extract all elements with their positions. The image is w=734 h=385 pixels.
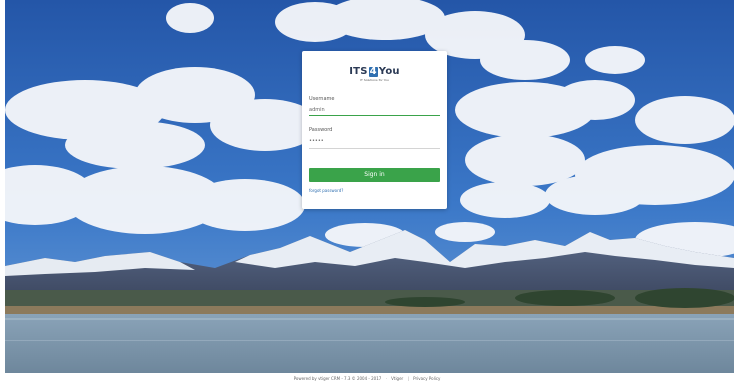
privacy-policy-link[interactable]: Privacy Policy: [413, 376, 440, 381]
footer: Powered by vtiger CRM - 7.3 © 2004 - 201…: [0, 373, 734, 385]
username-label: Username: [309, 96, 335, 102]
logo-mark: 4: [368, 66, 378, 77]
vtiger-link[interactable]: Vtiger: [391, 376, 403, 381]
forgot-password-link[interactable]: forgot password?: [309, 188, 343, 193]
password-field[interactable]: [309, 136, 440, 145]
username-underline: [309, 115, 440, 116]
login-page: ITS4You IT Solutions for You Username Pa…: [0, 0, 734, 385]
login-card: ITS4You IT Solutions for You Username Pa…: [302, 51, 447, 209]
logo-subtitle: IT Solutions for You: [360, 78, 389, 82]
sign-in-button[interactable]: Sign in: [309, 168, 440, 182]
password-underline: [309, 148, 440, 149]
footer-separator-1: ·: [385, 376, 387, 381]
password-label: Password: [309, 127, 333, 133]
powered-by-text: Powered by vtiger CRM - 7.3 © 2004 - 201…: [293, 376, 382, 381]
username-field[interactable]: [309, 105, 440, 114]
logo-text-left: ITS: [349, 66, 368, 77]
company-logo: ITS 4 You: [302, 67, 447, 77]
logo-text-right: You: [378, 66, 400, 77]
footer-separator-2: |: [407, 376, 409, 381]
